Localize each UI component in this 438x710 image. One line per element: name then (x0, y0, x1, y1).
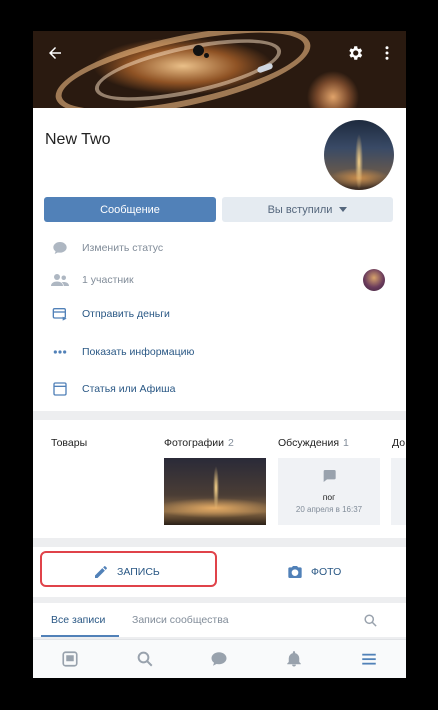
new-photo-label: ФОТО (311, 566, 342, 578)
bell-icon (287, 651, 301, 667)
section-discussions-count: 1 (343, 437, 349, 449)
section-discussions-label: Обсуждения (278, 437, 340, 449)
discussion-card[interactable]: пог 20 апреля в 16:37 (278, 458, 380, 525)
send-money-link: Отправить деньги (82, 308, 170, 320)
nav-search[interactable] (132, 646, 158, 672)
nav-news[interactable] (57, 646, 83, 672)
joined-dropdown-button[interactable]: Вы вступили (222, 197, 393, 222)
camera-icon (288, 566, 302, 578)
discussion-topic: пог (322, 492, 336, 502)
nav-messages[interactable] (206, 646, 232, 672)
back-button[interactable] (43, 41, 67, 65)
settings-button[interactable] (343, 41, 367, 65)
users-icon (51, 271, 69, 289)
pencil-icon (95, 566, 107, 578)
group-avatar[interactable] (324, 120, 394, 190)
show-info-link: Показать информацию (82, 346, 195, 358)
message-button[interactable]: Сообщение (44, 197, 216, 222)
feed-tabs: Все записи Записи сообщества (33, 603, 406, 637)
show-info-row[interactable]: Показать информацию (33, 338, 406, 366)
new-photo-button[interactable]: ФОТО (287, 547, 341, 597)
members-row[interactable]: 1 участник (33, 266, 406, 294)
section-photos-label: Фотографии (164, 437, 225, 449)
more-horizontal-icon (51, 343, 69, 361)
news-icon (62, 651, 78, 667)
more-vertical-icon (385, 46, 389, 60)
section-discussions[interactable]: Обсуждения 1 (278, 437, 349, 449)
arrow-left-icon (49, 47, 61, 59)
section-more-truncated[interactable]: До (392, 437, 405, 449)
send-money-row[interactable]: Отправить деньги (33, 300, 406, 328)
search-icon (364, 613, 377, 627)
new-post-label: ЗАПИСЬ (117, 566, 160, 578)
tab-all-posts[interactable]: Все записи (51, 603, 105, 637)
nav-menu[interactable] (356, 646, 382, 672)
more-button[interactable] (375, 41, 399, 65)
card-transfer-icon (51, 305, 69, 323)
next-card-partial[interactable] (391, 458, 406, 525)
joined-label: Вы вступили (267, 203, 333, 216)
section-photos-count: 2 (228, 437, 234, 449)
sections-strip: Товары Фотографии 2 Обсуждения 1 До пог 20… (33, 420, 406, 538)
post-actions-bar: ЗАПИСЬ ФОТО (33, 547, 406, 597)
nav-notifications[interactable] (281, 646, 307, 672)
tab-community-posts[interactable]: Записи сообщества (132, 603, 229, 637)
member-avatar[interactable] (363, 269, 385, 291)
speech-bubble-icon (51, 239, 69, 257)
gear-icon (349, 46, 363, 60)
group-name: New Two (45, 131, 111, 148)
article-row[interactable]: Статья или Афиша (33, 375, 406, 403)
cover-image (33, 31, 406, 133)
feed-search-button[interactable] (363, 603, 378, 637)
message-icon (211, 652, 227, 666)
profile-card: New Two Сообщение Вы вступили Изменить с… (33, 108, 406, 411)
screen: New Two Сообщение Вы вступили Изменить с… (33, 31, 406, 678)
change-status-row[interactable]: Изменить статус (33, 234, 406, 262)
section-goods[interactable]: Товары (51, 437, 87, 449)
photo-thumbnail[interactable] (164, 458, 266, 525)
device-frame: New Two Сообщение Вы вступили Изменить с… (0, 0, 438, 710)
members-count: 1 участник (82, 274, 134, 286)
section-photos[interactable]: Фотографии 2 (164, 437, 234, 449)
new-post-button[interactable]: ЗАПИСЬ (93, 547, 160, 597)
discussion-icon (321, 468, 337, 489)
article-link: Статья или Афиша (82, 383, 176, 395)
bottom-nav (33, 639, 406, 678)
change-status-label: Изменить статус (82, 242, 164, 254)
caret-down-icon (339, 207, 348, 212)
article-icon (51, 380, 69, 398)
menu-icon (361, 653, 376, 665)
search-icon (137, 651, 153, 667)
active-tab-indicator (41, 635, 119, 637)
discussion-date: 20 апреля в 16:37 (295, 505, 363, 514)
